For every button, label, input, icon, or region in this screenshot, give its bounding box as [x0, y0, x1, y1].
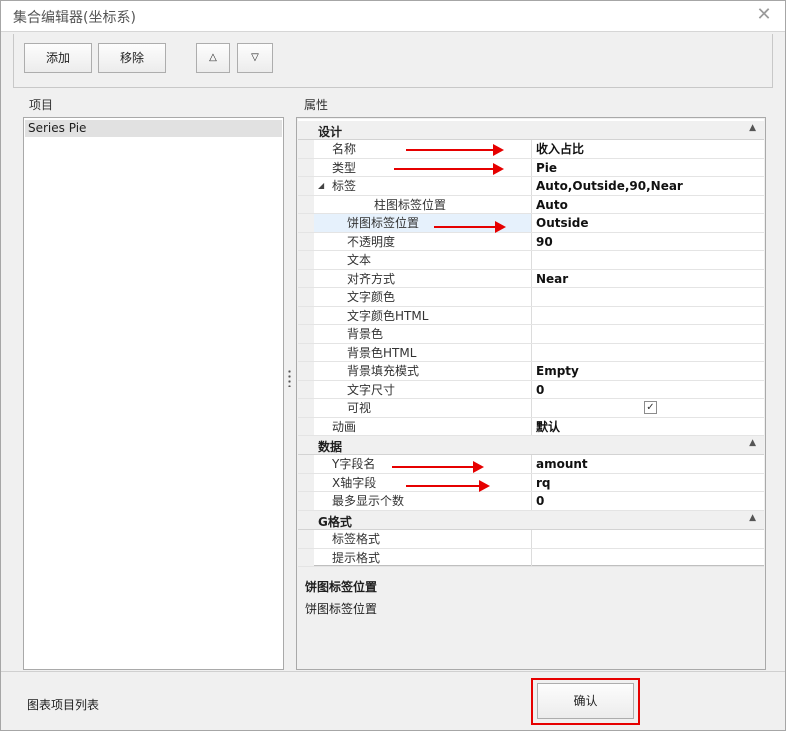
list-item[interactable]: Series Pie	[25, 120, 282, 137]
move-up-button[interactable]: △	[196, 43, 230, 73]
property-name: 标签格式	[314, 530, 532, 548]
chart-items-list-label: 图表项目列表	[27, 698, 100, 712]
property-row-name[interactable]: 名称 收入占比	[298, 140, 764, 159]
move-down-button[interactable]: ▽	[237, 43, 273, 73]
property-value[interactable]: rq	[536, 474, 762, 492]
property-value[interactable]: 0	[536, 492, 762, 510]
properties-section-label: 属性	[304, 98, 329, 112]
property-row-background-color[interactable]: 背景色	[298, 325, 764, 344]
title-bar: 集合编辑器(坐标系) ✕	[1, 1, 785, 32]
property-value[interactable]	[536, 307, 762, 325]
property-row-text-color-html[interactable]: 文字颜色HTML	[298, 306, 764, 325]
add-button[interactable]: 添加	[24, 43, 92, 73]
property-row-background-color-html[interactable]: 背景色HTML	[298, 343, 764, 362]
property-row-animation[interactable]: 动画 默认	[298, 417, 764, 436]
expand-icon[interactable]: ◢	[318, 177, 324, 195]
property-value[interactable]	[536, 325, 762, 343]
property-value[interactable]: ✓	[536, 399, 762, 417]
confirm-button[interactable]: 确认	[537, 683, 634, 719]
property-row-label-format[interactable]: 标签格式	[298, 530, 764, 549]
property-name: 对齐方式	[314, 269, 532, 287]
property-value[interactable]: Auto,Outside,90,Near	[536, 177, 762, 195]
property-name: 背景色HTML	[314, 343, 532, 361]
property-value[interactable]: 收入占比	[536, 140, 762, 158]
category-name: 数据	[318, 440, 343, 454]
collapse-icon[interactable]: ▲	[749, 438, 756, 448]
property-value[interactable]	[536, 288, 762, 306]
property-value[interactable]	[536, 530, 762, 548]
property-name: 文本	[314, 251, 532, 269]
property-value[interactable]: 0	[536, 381, 762, 399]
property-name: 背景色	[314, 325, 532, 343]
property-value[interactable]: Auto	[536, 196, 762, 214]
description-title: 饼图标签位置	[305, 580, 378, 594]
footer: 图表项目列表 确认	[1, 671, 785, 731]
property-row-text-size[interactable]: 文字尺寸 0	[298, 380, 764, 399]
property-row-max-display-count[interactable]: 最多显示个数 0	[298, 492, 764, 511]
property-name: 文字颜色HTML	[314, 306, 532, 324]
category-format[interactable]: G格式 ▲	[298, 511, 764, 530]
property-name: 提示格式	[314, 548, 532, 566]
property-name: 动画	[314, 417, 532, 435]
property-name: 背景填充模式	[314, 362, 532, 380]
category-name: G格式	[318, 515, 352, 529]
property-name: 最多显示个数	[314, 492, 532, 510]
property-name: 不透明度	[314, 232, 532, 250]
property-row-x-field[interactable]: X轴字段 rq	[298, 473, 764, 492]
window-title: 集合编辑器(坐标系)	[13, 10, 136, 26]
annotation-arrow	[406, 144, 504, 156]
property-value[interactable]: 90	[536, 233, 762, 251]
items-section-label: 项目	[29, 98, 54, 112]
collapse-icon[interactable]: ▲	[749, 513, 756, 523]
property-name: 标签	[314, 177, 532, 195]
property-row-alignment[interactable]: 对齐方式 Near	[298, 269, 764, 288]
collection-editor-window: 集合编辑器(坐标系) ✕ 添加 移除 △ ▽ 项目 属性 Series Pie …	[0, 0, 786, 731]
category-name: 设计	[318, 125, 343, 139]
property-name: 柱图标签位置	[314, 195, 532, 213]
property-row-label[interactable]: 标签 ◢ Auto,Outside,90,Near	[298, 177, 764, 196]
property-panel: 设计 ▲ 名称 收入占比 类型 Pie 标签 ◢ Auto,Outside,90…	[296, 117, 766, 670]
items-list[interactable]: Series Pie	[23, 117, 284, 670]
collapse-icon[interactable]: ▲	[749, 123, 756, 133]
visible-checkbox[interactable]: ✓	[644, 401, 657, 414]
property-row-tooltip-format[interactable]: 提示格式	[298, 548, 764, 567]
property-row-bar-label-position[interactable]: 柱图标签位置 Auto	[298, 195, 764, 214]
property-value[interactable]: Pie	[536, 159, 762, 177]
property-value[interactable]: amount	[536, 455, 762, 473]
splitter-handle[interactable]	[288, 369, 291, 387]
property-value[interactable]: 默认	[536, 418, 762, 436]
remove-button[interactable]: 移除	[98, 43, 166, 73]
property-row-visible[interactable]: 可视 ✓	[298, 399, 764, 418]
property-name: 文字尺寸	[314, 380, 532, 398]
property-name: 文字颜色	[314, 288, 532, 306]
property-name: 可视	[314, 399, 532, 417]
property-grid: 设计 ▲ 名称 收入占比 类型 Pie 标签 ◢ Auto,Outside,90…	[298, 119, 764, 567]
category-data[interactable]: 数据 ▲	[298, 436, 764, 455]
annotation-arrow	[406, 480, 490, 492]
property-name: X轴字段	[314, 473, 532, 491]
property-value[interactable]: Empty	[536, 362, 762, 380]
annotation-arrow	[394, 163, 504, 175]
property-value[interactable]	[536, 549, 762, 567]
description-text: 饼图标签位置	[305, 602, 378, 616]
property-name: Y字段名	[314, 455, 532, 473]
property-value[interactable]	[536, 251, 762, 269]
property-row-type[interactable]: 类型 Pie	[298, 158, 764, 177]
property-value[interactable]: Outside	[536, 214, 762, 232]
annotation-arrow	[434, 221, 506, 233]
toolbar: 添加 移除 △ ▽	[13, 34, 773, 88]
property-row-pie-label-position[interactable]: 饼图标签位置 Outside	[298, 214, 764, 233]
property-value[interactable]	[536, 344, 762, 362]
property-row-y-field[interactable]: Y字段名 amount	[298, 455, 764, 474]
property-row-background-fill-mode[interactable]: 背景填充模式 Empty	[298, 362, 764, 381]
close-icon[interactable]: ✕	[753, 4, 775, 26]
property-row-text[interactable]: 文本	[298, 251, 764, 270]
property-value[interactable]: Near	[536, 270, 762, 288]
annotation-arrow	[392, 461, 484, 473]
property-row-opacity[interactable]: 不透明度 90	[298, 232, 764, 251]
property-row-text-color[interactable]: 文字颜色	[298, 288, 764, 307]
category-design[interactable]: 设计 ▲	[298, 121, 764, 140]
